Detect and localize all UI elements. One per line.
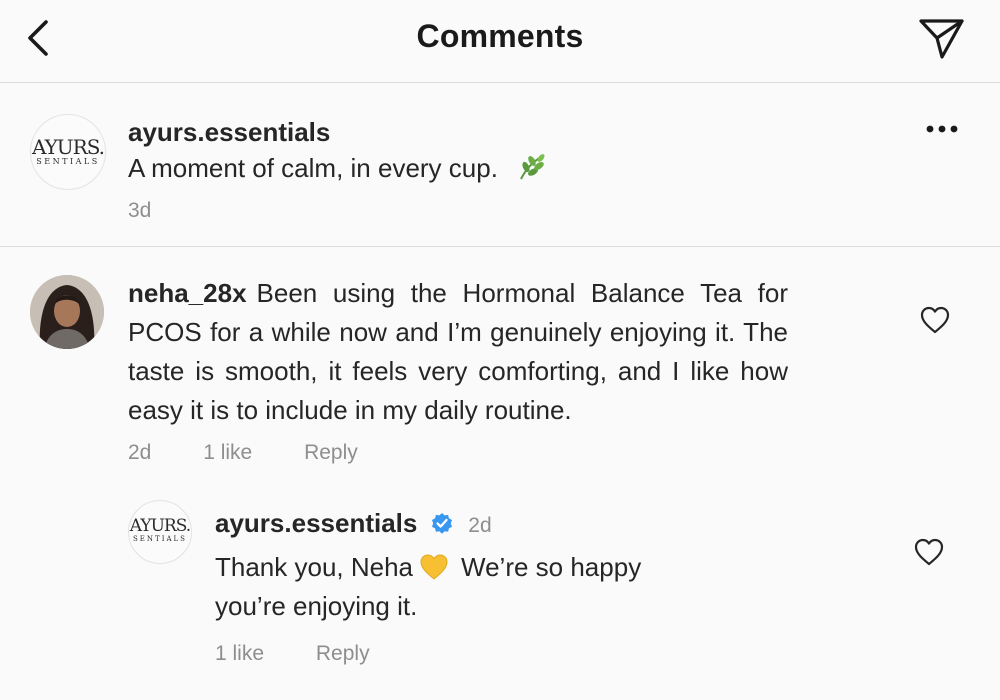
- caption-text-row: A moment of calm, in every cup.: [128, 153, 547, 184]
- reply-header: ayurs.essentials 2d: [215, 508, 492, 539]
- reply-reply-button[interactable]: Reply: [316, 642, 370, 665]
- leaf-icon: [520, 154, 545, 180]
- heart-outline-icon: [914, 538, 944, 566]
- more-options-icon: [926, 125, 958, 133]
- user-photo: [30, 275, 104, 349]
- reply-text-block: Thank you, Neha We’re so happy you’re en…: [215, 548, 685, 626]
- yellow-heart-icon: [420, 554, 448, 580]
- avatar[interactable]: AYURS. SENTIALS: [30, 114, 106, 190]
- brand-logo: AYURS. SENTIALS: [129, 516, 191, 544]
- more-options-button[interactable]: [920, 117, 964, 141]
- comment-meta: 2d 1 like Reply: [128, 441, 404, 465]
- brand-logo: AYURS. SENTIALS: [31, 135, 105, 166]
- verified-badge-icon: [431, 513, 452, 534]
- reply-timestamp: 2d: [468, 514, 492, 537]
- comment-reply-button[interactable]: Reply: [304, 441, 358, 464]
- comment-like-count[interactable]: 1 like: [203, 441, 252, 464]
- reply-like-count[interactable]: 1 like: [215, 642, 264, 665]
- caption-text: A moment of calm, in every cup.: [128, 153, 498, 183]
- avatar[interactable]: AYURS. SENTIALS: [128, 500, 192, 564]
- reply-username[interactable]: ayurs.essentials: [215, 508, 417, 538]
- comment-text-block: neha_28x Been using the Hormonal Balance …: [128, 274, 788, 430]
- reply-like-button[interactable]: [913, 537, 945, 572]
- comments-screen: Comments AYURS. SENTIALS ayurs.essential…: [0, 0, 1000, 700]
- post-caption: AYURS. SENTIALS ayurs.essentials A momen…: [0, 83, 1000, 247]
- share-button[interactable]: [914, 14, 966, 62]
- comment-username[interactable]: neha_28x: [128, 278, 247, 308]
- reply-text-start: Thank you, Neha: [215, 552, 414, 582]
- comment-timestamp: 2d: [128, 441, 152, 464]
- page-title: Comments: [416, 18, 584, 54]
- reply-meta: 1 like Reply: [215, 642, 416, 666]
- comment-like-button[interactable]: [919, 305, 951, 340]
- avatar[interactable]: [30, 275, 104, 349]
- caption-username[interactable]: ayurs.essentials: [128, 117, 330, 148]
- header-bar: Comments: [0, 0, 1000, 83]
- paper-plane-icon: [919, 19, 964, 59]
- heart-outline-icon: [920, 306, 950, 334]
- caption-timestamp: 3d: [128, 199, 152, 222]
